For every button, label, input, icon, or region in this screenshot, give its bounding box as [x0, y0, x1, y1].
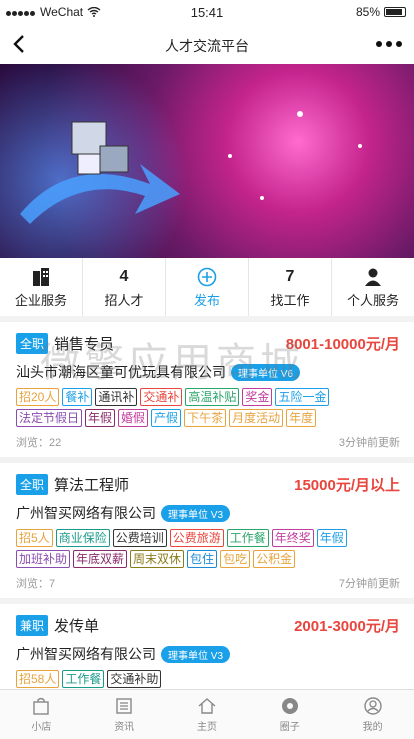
benefit-tag: 公费旅游: [169, 529, 224, 547]
job-type-badge: 兼职: [16, 614, 49, 636]
member-badge: 理事单位 V3: [161, 645, 231, 663]
status-bar: WeChat 15:41 85%: [0, 0, 414, 24]
benefit-tag: 年度: [286, 409, 317, 427]
job-count: 7: [285, 268, 295, 285]
circle-icon: [281, 698, 298, 714]
benefit-tag: 下午茶: [184, 409, 227, 427]
member-badge: 理事单位 V6: [231, 363, 301, 381]
tab-circle[interactable]: 圈子: [248, 690, 331, 739]
quick-label: 企业服务: [14, 293, 67, 308]
shop-icon: [33, 697, 50, 715]
tab-label: 资讯: [114, 722, 135, 733]
job-card[interactable]: 全职 算法工程师 15000元/月以上 广州智买网络有限公司 理事单位 V3 招…: [0, 463, 414, 604]
tab-label: 我的: [362, 722, 383, 733]
benefit-tag: 年终奖: [271, 529, 314, 547]
company-name: 广州智买网络有限公司: [16, 646, 156, 662]
job-type-badge: 全职: [16, 332, 49, 354]
job-title: 算法工程师: [54, 476, 130, 494]
benefit-tag: 五险一金: [275, 388, 330, 406]
job-card[interactable]: 全职 销售专员 8001-10000元/月 汕头市潮海区童可优玩具有限公司 理事…: [0, 322, 414, 463]
benefit-tag: 招20人: [16, 388, 60, 406]
tab-label: 圈子: [279, 722, 300, 733]
clock: 15:41: [190, 5, 224, 20]
job-salary: 2001-3000元/月: [294, 617, 400, 635]
benefit-tag: 月度活动: [229, 409, 284, 427]
benefit-tag: 工作餐: [62, 670, 105, 688]
benefit-tag: 交通补助: [107, 670, 162, 688]
home-icon: [198, 698, 216, 714]
view-count: 浏览：22: [16, 437, 62, 449]
benefit-tags: 招5人 商业保险 公费培训 公费旅游 工作餐 年终奖 年假加班补助 年底双薪 周末双休 包住 包吃公…: [16, 529, 400, 571]
more-icon[interactable]: [376, 41, 402, 47]
tab-news[interactable]: 资讯: [83, 690, 166, 739]
member-badge: 理事单位 V3: [161, 504, 231, 522]
quick-label: 找工作: [270, 293, 310, 308]
benefit-tag: 奖金: [242, 388, 273, 406]
building-icon: [33, 268, 49, 286]
quick-menu: 企业服务 4 招人才 发布 7 找工作 个人服务: [0, 258, 414, 316]
page-title: 人才交流平台: [165, 38, 249, 54]
update-time: 7分钟前更新: [338, 578, 400, 590]
benefit-tag: 年假: [316, 529, 347, 547]
job-title: 销售专员: [54, 335, 115, 353]
quick-label: 招人才: [104, 293, 144, 308]
quick-label: 发布: [193, 293, 220, 308]
job-list: 全职 销售专员 8001-10000元/月 汕头市潮海区童可优玩具有限公司 理事…: [0, 322, 414, 703]
tab-shop[interactable]: 小店: [0, 690, 83, 739]
benefit-tag: 周末双休: [130, 550, 185, 568]
benefit-tag: 工作餐: [226, 529, 269, 547]
benefit-tag: 招5人: [16, 529, 53, 547]
benefit-tag: 年底双薪: [73, 550, 128, 568]
benefit-tag: 包吃: [220, 550, 251, 568]
benefit-tag: 年假: [85, 409, 116, 427]
battery-icon: [384, 7, 406, 17]
quick-recruit[interactable]: 4 招人才: [83, 258, 166, 316]
tab-label: 主页: [196, 722, 217, 733]
recruit-count: 4: [119, 268, 129, 285]
banner-image[interactable]: [0, 64, 414, 258]
benefit-tag: 高温补贴: [185, 388, 240, 406]
quick-personal-service[interactable]: 个人服务: [332, 258, 414, 316]
benefit-tags: 招20人 餐补 通讯补 交通补 高温补贴 奖金 五险一金法定节假日 年假 婚假 产假 下午茶 月度活动…: [16, 388, 400, 430]
benefit-tag: 餐补: [62, 388, 93, 406]
quick-enterprise-service[interactable]: 企业服务: [0, 258, 83, 316]
tab-bar: 小店 资讯 主页 圈子 我的: [0, 689, 414, 739]
person-icon: [365, 268, 381, 286]
tab-label: 小店: [31, 722, 52, 733]
benefit-tags: 招58人 工作餐 交通补助: [16, 670, 400, 691]
quick-find-job[interactable]: 7 找工作: [249, 258, 332, 316]
plus-circle-icon: [197, 267, 217, 287]
job-type-badge: 全职: [16, 473, 49, 495]
job-title: 发传单: [54, 617, 100, 635]
benefit-tag: 交通补: [140, 388, 183, 406]
update-time: 3分钟前更新: [338, 437, 400, 449]
tab-mine[interactable]: 我的: [331, 690, 414, 739]
benefit-tag: 婚假: [118, 409, 149, 427]
news-icon: [116, 698, 132, 714]
benefit-tag: 加班补助: [16, 550, 71, 568]
benefit-tag: 招58人: [16, 670, 60, 688]
benefit-tag: 产假: [151, 409, 182, 427]
benefit-tag: 商业保险: [55, 529, 110, 547]
quick-label: 个人服务: [346, 293, 399, 308]
quick-publish[interactable]: 发布: [166, 258, 249, 316]
benefit-tag: 公费培训: [112, 529, 167, 547]
benefit-tag: 公积金: [253, 550, 296, 568]
company-name: 汕头市潮海区童可优玩具有限公司: [16, 364, 226, 380]
battery-percent: 85%: [355, 5, 380, 19]
user-icon: [363, 697, 382, 715]
company-name: 广州智买网络有限公司: [16, 505, 156, 521]
benefit-tag: 法定节假日: [16, 409, 83, 427]
job-salary: 8001-10000元/月: [285, 335, 400, 353]
benefit-tag: 包住: [187, 550, 218, 568]
nav-bar: 人才交流平台: [0, 24, 414, 64]
tab-home[interactable]: 主页: [166, 690, 249, 739]
view-count: 浏览：7: [16, 578, 56, 590]
benefit-tag: 通讯补: [95, 388, 138, 406]
job-salary: 15000元/月以上: [294, 476, 400, 494]
